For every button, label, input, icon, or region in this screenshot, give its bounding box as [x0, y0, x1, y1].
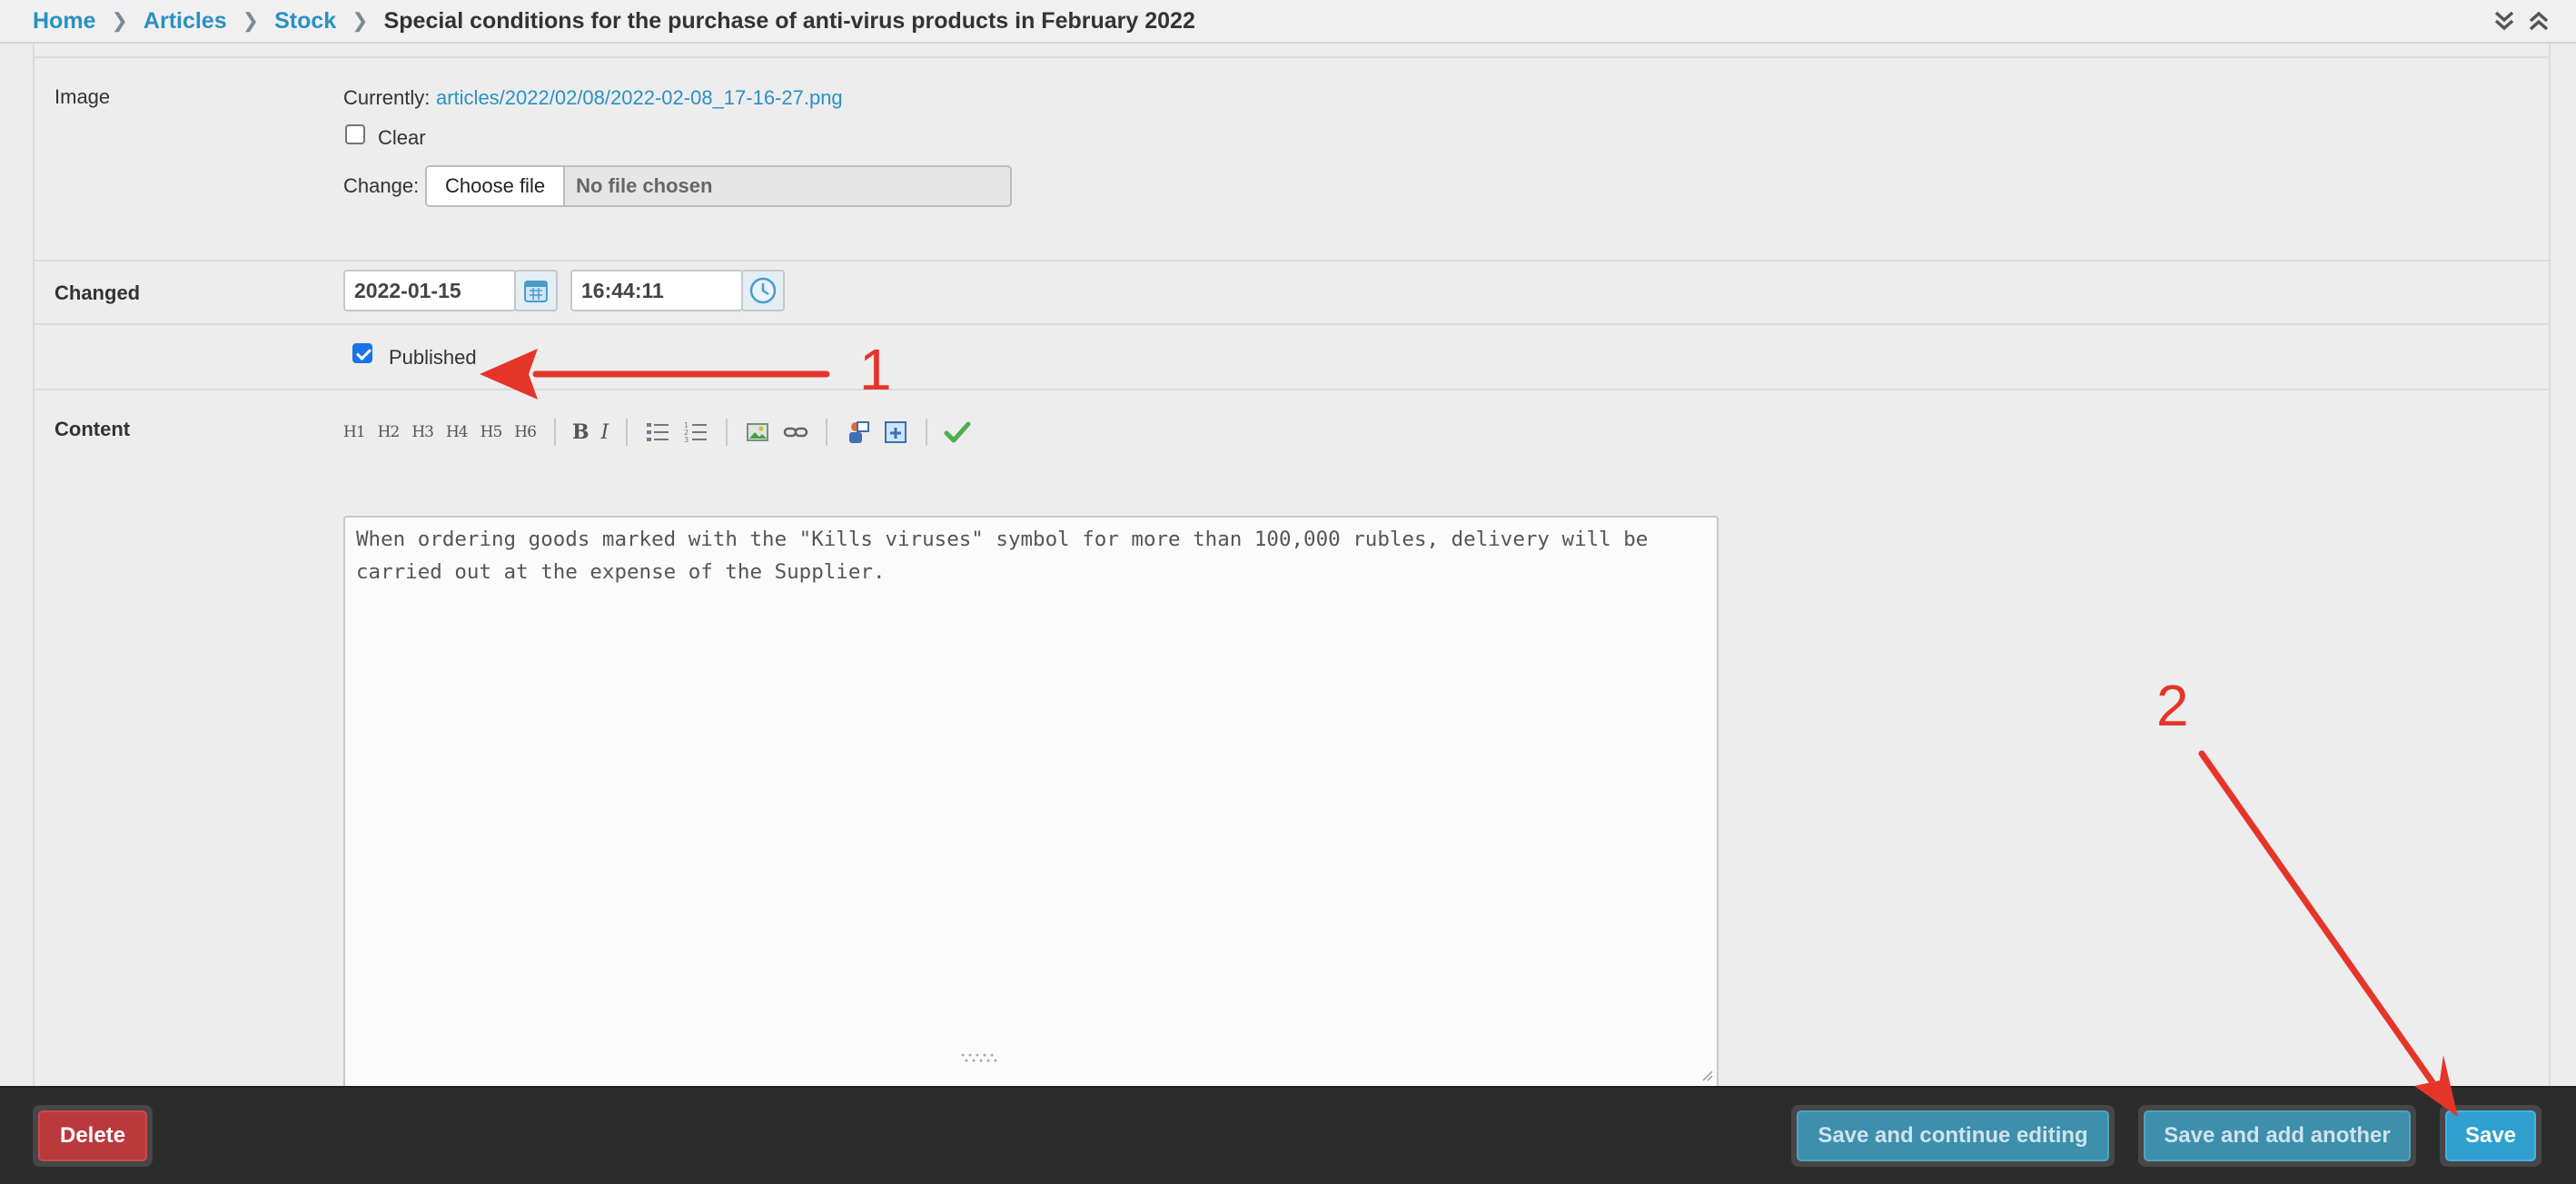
- content-field-label: Content: [54, 418, 131, 440]
- svg-text:3: 3: [684, 436, 689, 444]
- breadcrumb-articles-link[interactable]: Articles: [144, 8, 227, 35]
- editor-toolbar: H1 H2 H3 H4 H5 H6 B I 123: [343, 418, 982, 447]
- clear-image-checkbox[interactable]: [345, 124, 365, 144]
- submit-row: Delete Save and continue editing Save an…: [0, 1086, 2576, 1184]
- italic-button[interactable]: I: [601, 421, 609, 444]
- toolbar-divider: [726, 419, 728, 446]
- image-field-label: Image: [54, 85, 111, 108]
- file-status-text: No file chosen: [576, 174, 713, 197]
- save-and-continue-button[interactable]: Save and continue editing: [1797, 1110, 2109, 1161]
- change-label: Change:: [343, 174, 420, 197]
- chevron-right-icon: ❯: [242, 9, 260, 32]
- changed-field-row: Changed 2022-01-15 16:44:11: [35, 260, 2549, 325]
- preview-icon[interactable]: [882, 419, 909, 446]
- chevron-right-icon: ❯: [352, 9, 369, 32]
- link-icon[interactable]: [782, 419, 809, 446]
- save-wrap: Save: [2440, 1105, 2541, 1167]
- bulleted-list-icon[interactable]: [644, 419, 671, 446]
- annotation-marker-1: 1: [859, 337, 892, 402]
- save-and-add-another-button[interactable]: Save and add another: [2144, 1110, 2411, 1161]
- content-text: When ordering goods marked with the "Kil…: [356, 528, 1649, 584]
- delete-button-wrap: Delete: [33, 1105, 154, 1167]
- h2-button[interactable]: H2: [378, 423, 401, 441]
- h1-button[interactable]: H1: [343, 423, 366, 441]
- chevron-right-icon: ❯: [111, 9, 128, 32]
- page-title: Special conditions for the purchase of a…: [383, 7, 1195, 34]
- clear-checkbox-label: Clear: [378, 126, 426, 149]
- numbered-list-icon[interactable]: 123: [682, 419, 709, 446]
- double-chevron-down-icon[interactable]: [2489, 5, 2520, 36]
- toolbar-divider: [926, 419, 928, 446]
- published-field-row: Published: [35, 325, 2549, 390]
- published-checkbox[interactable]: [352, 343, 372, 363]
- breadcrumb: Home ❯ Articles ❯ Stock ❯ Special condit…: [0, 0, 2576, 44]
- published-label: Published: [389, 346, 477, 369]
- image-file-input[interactable]: Choose file No file chosen: [425, 165, 1012, 207]
- date-input[interactable]: 2022-01-15: [343, 270, 516, 311]
- checkmark-icon[interactable]: [944, 419, 971, 446]
- save-continue-wrap: Save and continue editing: [1791, 1105, 2115, 1167]
- editor-resize-handle[interactable]: [959, 1051, 999, 1062]
- user-code-icon[interactable]: [844, 419, 871, 446]
- choose-file-button[interactable]: Choose file: [427, 167, 566, 205]
- bold-button[interactable]: B: [572, 420, 590, 444]
- toolbar-divider: [553, 419, 556, 446]
- content-editor[interactable]: When ordering goods marked with the "Kil…: [343, 516, 1719, 1097]
- delete-button[interactable]: Delete: [38, 1110, 148, 1161]
- time-input[interactable]: 16:44:11: [570, 270, 743, 311]
- breadcrumb-home-link[interactable]: Home: [33, 8, 95, 35]
- annotation-marker-2: 2: [2156, 673, 2189, 738]
- save-button[interactable]: Save: [2445, 1110, 2536, 1161]
- image-field-row: Image Currently: articles/2022/02/08/202…: [35, 56, 2549, 261]
- current-image-link[interactable]: articles/2022/02/08/2022-02-08_17-16-27.…: [436, 86, 843, 110]
- double-chevron-up-icon[interactable]: [2523, 5, 2554, 36]
- currently-label: Currently:: [343, 86, 431, 109]
- change-form: Image Currently: articles/2022/02/08/202…: [33, 44, 2551, 1097]
- clock-icon[interactable]: [741, 270, 785, 311]
- toolbar-divider: [626, 419, 629, 446]
- breadcrumb-trail: Home ❯ Articles ❯ Stock ❯ Special condit…: [33, 8, 1195, 35]
- h3-button[interactable]: H3: [411, 423, 434, 441]
- save-add-wrap: Save and add another: [2138, 1105, 2416, 1167]
- breadcrumb-stock-link[interactable]: Stock: [274, 8, 336, 35]
- changed-field-label: Changed: [54, 281, 141, 304]
- calendar-icon[interactable]: [514, 270, 558, 311]
- h5-button[interactable]: H5: [481, 423, 503, 441]
- toolbar-divider: [826, 419, 828, 446]
- h4-button[interactable]: H4: [446, 423, 469, 441]
- image-icon[interactable]: [744, 419, 771, 446]
- h6-button[interactable]: H6: [514, 423, 537, 441]
